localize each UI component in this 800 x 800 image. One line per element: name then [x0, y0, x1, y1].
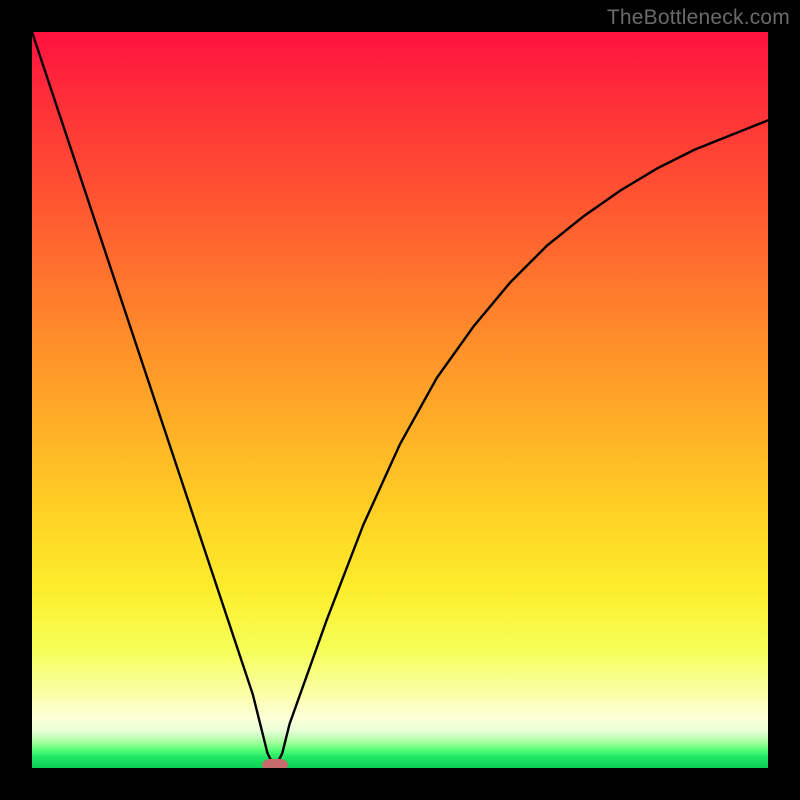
chart-frame: TheBottleneck.com — [0, 0, 800, 800]
bottleneck-curve — [32, 32, 768, 768]
watermark-text: TheBottleneck.com — [607, 6, 790, 30]
curve-layer — [32, 32, 768, 768]
min-marker — [262, 759, 288, 768]
plot-area — [32, 32, 768, 768]
